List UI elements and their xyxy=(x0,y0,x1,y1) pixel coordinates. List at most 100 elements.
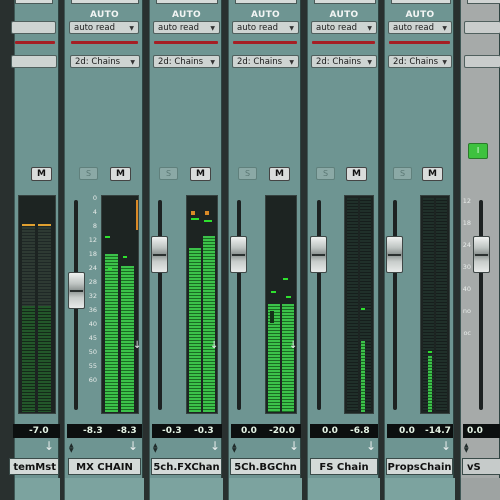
strip-footer xyxy=(308,478,380,500)
mute-button[interactable]: M xyxy=(422,167,443,181)
solo-button[interactable]: S xyxy=(79,167,98,180)
track-name[interactable]: FS Chain xyxy=(310,458,378,475)
meter-channel xyxy=(38,306,51,412)
automation-indicator xyxy=(312,41,375,44)
track-name[interactable]: temMst xyxy=(9,458,59,475)
insert-select[interactable] xyxy=(11,55,57,68)
automation-mode-select[interactable]: auto read ▼ xyxy=(388,21,452,34)
scale-mark: 60 xyxy=(88,376,97,384)
track-down-arrow-icon[interactable]: ↓ xyxy=(128,439,138,453)
mute-button[interactable]: M xyxy=(269,167,290,181)
automation-mode-select[interactable]: auto read ▼ xyxy=(153,21,220,34)
automation-mode-select[interactable] xyxy=(11,21,56,34)
peak-hold xyxy=(204,220,212,222)
insert-select[interactable]: 2d: Chains ▼ xyxy=(388,55,452,68)
automation-mode-select[interactable]: auto read ▼ xyxy=(311,21,377,34)
meter-channel xyxy=(282,304,294,412)
scale-mark: 4 xyxy=(92,208,97,216)
track-name[interactable]: MX CHAIN xyxy=(68,458,141,475)
track-name[interactable]: 5ch.FXChan xyxy=(151,458,222,475)
insert-select[interactable]: 2d: Chains ▼ xyxy=(232,55,299,68)
insert-select[interactable]: 2d: Chains ▼ xyxy=(311,55,377,68)
track-down-arrow-icon[interactable]: ↓ xyxy=(441,439,451,453)
track-down-arrow-icon[interactable]: ↓ xyxy=(44,439,54,453)
input-monitor-button[interactable]: I xyxy=(468,143,488,159)
stepper-icon[interactable]: ▲ ▼ xyxy=(464,443,469,454)
level-readout: -7.0 xyxy=(13,424,60,438)
insert-select[interactable] xyxy=(464,55,500,68)
io-box[interactable] xyxy=(156,0,218,4)
meter-segment xyxy=(22,224,35,306)
level-meter xyxy=(265,195,297,414)
mute-button[interactable]: M xyxy=(190,167,211,181)
mute-button[interactable]: M xyxy=(31,167,52,181)
peak-hold xyxy=(191,218,199,220)
dropdown-arrow-icon: ▼ xyxy=(210,25,215,32)
io-box[interactable] xyxy=(467,0,500,4)
track-name[interactable]: 5Ch.BGChn xyxy=(230,458,301,475)
track-down-arrow-icon[interactable]: ↓ xyxy=(289,439,299,453)
volume-fader[interactable] xyxy=(68,272,85,309)
fader-track xyxy=(479,200,483,410)
automation-header: AUTO xyxy=(172,10,201,20)
scale-mark: 12 xyxy=(462,197,471,205)
scale-mark: 55 xyxy=(88,362,97,370)
strip-footer xyxy=(461,478,500,500)
scale-mark: 28 xyxy=(88,278,97,286)
scale-mark: 12 xyxy=(88,236,97,244)
channel-strip-propschain: AUTO auto read ▼ 2d: Chains ▼ S M 0.0 -14.… xyxy=(384,0,455,500)
automation-mode-label: auto read xyxy=(158,23,199,33)
io-box[interactable] xyxy=(314,0,376,4)
peak-readout: -8.3 xyxy=(117,426,137,436)
io-box[interactable] xyxy=(235,0,297,4)
io-box[interactable] xyxy=(71,0,139,4)
fader-track xyxy=(317,200,321,410)
level-readout: 0.0 -14.7 xyxy=(387,424,453,438)
track-down-arrow-icon[interactable]: ↓ xyxy=(210,439,220,453)
scale-mark: 40 xyxy=(88,320,97,328)
solo-button[interactable]: S xyxy=(159,167,178,180)
peak-hold xyxy=(428,351,432,353)
mute-button[interactable]: M xyxy=(110,167,131,181)
meter-channel xyxy=(189,248,201,412)
fader-track xyxy=(393,200,397,410)
stepper-icon[interactable]: ▲ ▼ xyxy=(69,443,74,454)
solo-button[interactable]: S xyxy=(393,167,412,180)
volume-fader[interactable] xyxy=(473,236,490,273)
automation-mode-select[interactable] xyxy=(464,21,500,34)
scale-mark: 18 xyxy=(88,250,97,258)
channel-strip-5ch-bgchn: AUTO auto read ▼ 2d: Chains ▼ S M 0.0 -20.… xyxy=(228,0,302,500)
channel-strip-fs-chain: AUTO auto read ▼ 2d: Chains ▼ S M 0.0 -6.8… xyxy=(307,0,380,500)
track-down-arrow-icon[interactable]: ↓ xyxy=(366,439,376,453)
insert-select[interactable]: 2d: Chains ▼ xyxy=(70,55,140,68)
volume-fader[interactable] xyxy=(386,236,403,273)
level-readout: 0.0 -6.8 xyxy=(310,424,378,438)
io-box[interactable] xyxy=(391,0,451,4)
solo-button[interactable]: S xyxy=(316,167,335,180)
dropdown-arrow-icon: ▼ xyxy=(130,59,135,66)
io-box[interactable] xyxy=(15,0,53,4)
solo-button[interactable]: S xyxy=(238,167,257,180)
volume-fader[interactable] xyxy=(310,236,327,273)
fader-arrow-icon: ↓ xyxy=(133,340,142,351)
insert-select[interactable]: 2d: Chains ▼ xyxy=(153,55,220,68)
meter-channel xyxy=(105,308,118,412)
automation-header: AUTO xyxy=(405,10,435,20)
level-readout: 0.0 xyxy=(463,424,500,438)
track-name[interactable]: vS xyxy=(462,458,500,475)
level-meter xyxy=(186,195,218,414)
stepper-icon[interactable]: ▲ ▼ xyxy=(153,443,158,454)
dropdown-arrow-icon: ▼ xyxy=(289,25,294,32)
automation-mode-select[interactable]: auto read ▼ xyxy=(232,21,299,34)
stepper-icon[interactable]: ▲ ▼ xyxy=(232,443,237,454)
mute-button[interactable]: M xyxy=(346,167,367,181)
volume-fader[interactable] xyxy=(230,236,247,273)
automation-mode-select[interactable]: auto read ▼ xyxy=(69,21,139,34)
volume-fader[interactable] xyxy=(151,236,168,273)
track-name[interactable]: PropsChain xyxy=(386,458,453,475)
meter-segment xyxy=(361,341,365,412)
scale-mark: 50 xyxy=(88,348,97,356)
scale-mark: 24 xyxy=(462,241,471,249)
db-scale: 0 4 8 12 18 24 28 32 36 40 45 50 55 60 xyxy=(87,195,97,391)
scale-mark: 0 xyxy=(92,194,97,202)
